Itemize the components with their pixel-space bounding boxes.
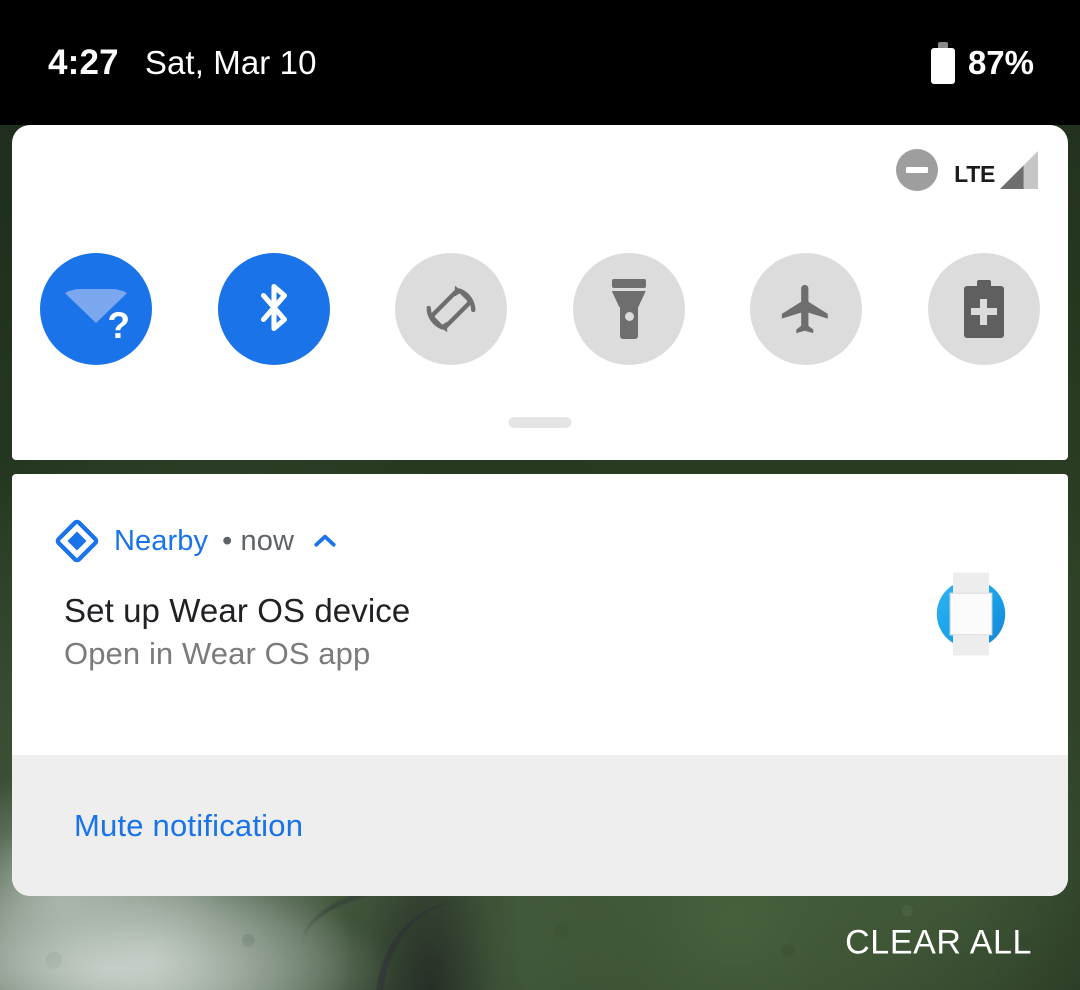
battery-icon-body (930, 47, 955, 84)
notification-text: Open in Wear OS app (64, 636, 371, 671)
notification-header[interactable]: Nearby • now (54, 518, 340, 564)
notification-card[interactable]: Nearby • now Set up Wear OS device Open … (12, 474, 1068, 896)
wear-os-logo (936, 572, 1006, 656)
status-bar-left: 4:27 Sat, Mar 10 (48, 43, 317, 83)
flashlight-icon-head (611, 291, 646, 307)
wifi-question-icon-mark: ? (107, 305, 130, 346)
signal-bars-icon (1000, 151, 1038, 189)
battery-percent-label: 87% (967, 43, 1034, 81)
flashlight-icon (609, 279, 649, 339)
bluetooth-icon (260, 283, 287, 332)
status-bar: 4:27 Sat, Mar 10 87% (0, 0, 1080, 125)
quick-settings-status-icons: LTE (896, 149, 1038, 191)
clear-all-button[interactable]: CLEAR ALL (845, 924, 1032, 963)
do-not-disturb-icon-bar (906, 167, 929, 173)
screen-rotate-icon (426, 285, 476, 333)
notification-timestamp: • now (222, 524, 295, 557)
wifi-question-icon: ? (65, 283, 130, 344)
status-bar-right: 87% (930, 41, 1034, 84)
tile-bluetooth[interactable] (217, 253, 330, 365)
chevron-up-icon[interactable] (310, 526, 340, 556)
tile-auto-rotate[interactable] (395, 253, 508, 365)
network-type-label: LTE (954, 161, 995, 187)
nearby-icon (55, 519, 99, 563)
airplane-icon (782, 284, 829, 334)
tile-battery-saver[interactable] (927, 253, 1040, 365)
android-notification-shade: 4:27 Sat, Mar 10 87% LTE ? Nearby • now … (0, 0, 1080, 990)
status-bar-clock: 4:27 (48, 42, 119, 82)
flashlight-icon-body (619, 306, 638, 339)
quick-settings-panel: LTE ? (12, 125, 1068, 460)
mobile-network-indicator: LTE (954, 151, 1038, 189)
tile-flashlight[interactable] (572, 253, 685, 365)
wallpaper-mist (0, 880, 390, 990)
drag-handle[interactable] (508, 417, 572, 428)
notification-action-strip: Mute notification (12, 755, 1068, 896)
quick-settings-tiles: ? (12, 253, 1068, 365)
notification-app-name: Nearby (114, 524, 209, 557)
battery-plus-icon (963, 280, 1004, 338)
notification-body: Nearby • now Set up Wear OS device Open … (12, 474, 1068, 755)
notification-title: Set up Wear OS device (64, 592, 411, 629)
flashlight-icon-switch (624, 312, 634, 321)
battery-plus-icon-plus-v (980, 298, 988, 325)
status-bar-date: Sat, Mar 10 (144, 43, 317, 81)
mute-notification-button[interactable]: Mute notification (74, 808, 303, 844)
do-not-disturb-icon[interactable] (896, 149, 939, 191)
battery-icon (930, 41, 955, 84)
flashlight-icon-rim (611, 279, 646, 288)
tile-airplane-mode[interactable] (750, 253, 863, 365)
tile-wifi[interactable]: ? (40, 253, 152, 365)
